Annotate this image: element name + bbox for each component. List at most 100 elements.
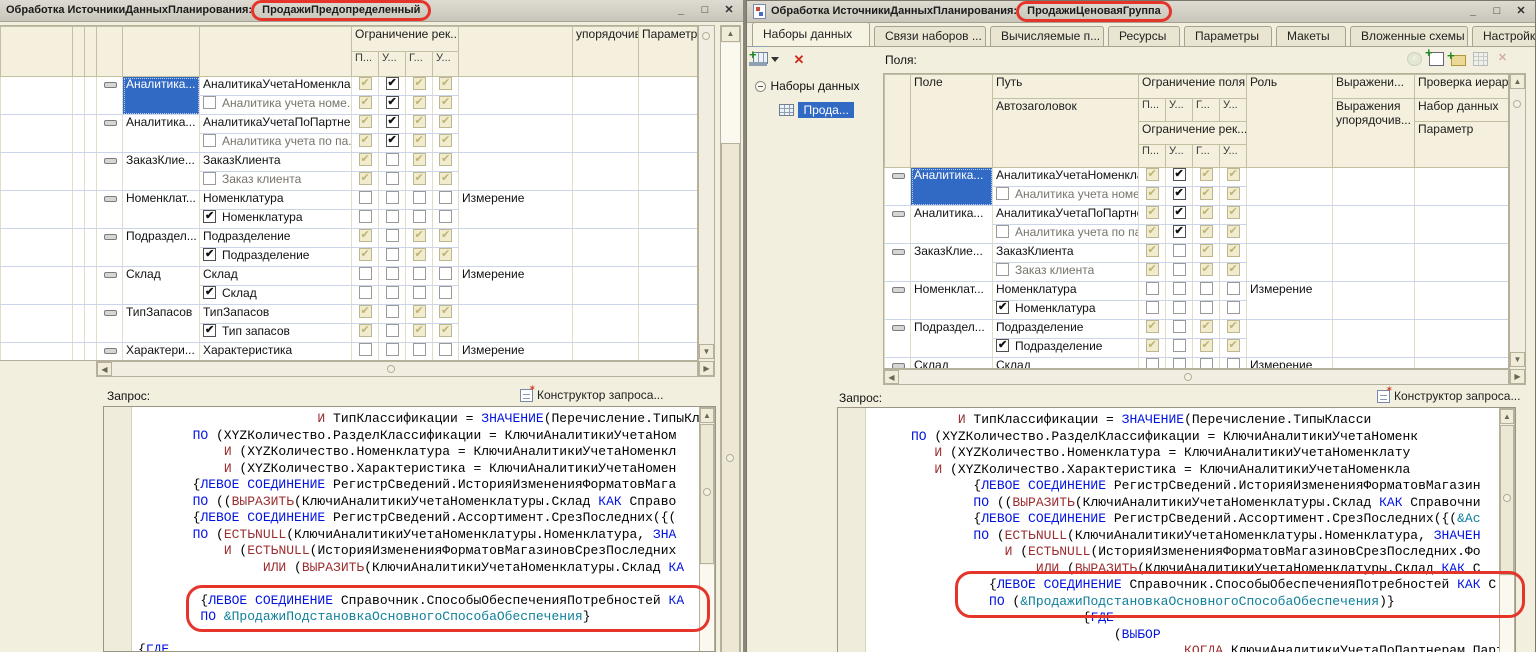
chevron-down-icon[interactable] bbox=[771, 57, 779, 62]
checkbox[interactable] bbox=[1173, 225, 1186, 238]
checkbox[interactable] bbox=[359, 77, 372, 90]
checkbox[interactable] bbox=[359, 96, 372, 109]
role-cell[interactable] bbox=[459, 229, 573, 267]
checkbox[interactable] bbox=[386, 343, 399, 356]
row-grip-icon[interactable] bbox=[104, 310, 117, 316]
delete-field-icon[interactable]: ✕ bbox=[1495, 52, 1510, 66]
fields-table-left[interactable]: Ограничение рек... упорядочив... Парамет… bbox=[0, 25, 698, 361]
restriction-cell[interactable] bbox=[433, 343, 459, 362]
restriction-cell[interactable] bbox=[1220, 206, 1247, 225]
restriction-cell[interactable] bbox=[433, 191, 459, 210]
restriction-cell[interactable] bbox=[1166, 225, 1193, 244]
checkbox[interactable] bbox=[1200, 320, 1213, 333]
restriction-cell[interactable] bbox=[379, 305, 406, 324]
close-button[interactable]: ✕ bbox=[1513, 4, 1529, 19]
role-cell[interactable]: Измерение bbox=[459, 191, 573, 229]
restriction-cell[interactable] bbox=[1193, 168, 1220, 187]
scroll-up-arrow[interactable]: ▲ bbox=[721, 26, 740, 42]
checkbox[interactable] bbox=[386, 96, 399, 109]
checkbox[interactable] bbox=[386, 153, 399, 166]
field-name-cell[interactable]: Аналитика... bbox=[911, 206, 993, 244]
checkbox[interactable] bbox=[1200, 206, 1213, 219]
checkbox[interactable] bbox=[413, 115, 426, 128]
table-row[interactable]: Аналитика...АналитикаУчетаПоПартне... bbox=[1, 115, 698, 134]
restriction-cell[interactable] bbox=[406, 267, 433, 286]
checkbox[interactable] bbox=[1200, 225, 1213, 238]
checkbox[interactable] bbox=[386, 305, 399, 318]
restriction-cell[interactable] bbox=[433, 96, 459, 115]
restriction-cell[interactable] bbox=[433, 267, 459, 286]
restriction-cell[interactable] bbox=[406, 115, 433, 134]
checkbox[interactable] bbox=[996, 187, 1009, 200]
scroll-thumb[interactable] bbox=[721, 143, 740, 652]
restriction-cell[interactable] bbox=[1166, 282, 1193, 301]
restriction-cell[interactable] bbox=[1193, 263, 1220, 282]
restriction-cell[interactable] bbox=[1220, 225, 1247, 244]
checkbox[interactable] bbox=[386, 210, 399, 223]
checkbox[interactable] bbox=[359, 134, 372, 147]
subpath-cell[interactable]: Подразделение bbox=[993, 339, 1139, 358]
checkbox[interactable] bbox=[439, 134, 452, 147]
checkbox[interactable] bbox=[1200, 282, 1213, 295]
field-name-cell[interactable]: Склад bbox=[911, 358, 993, 370]
restriction-cell[interactable] bbox=[1139, 301, 1166, 320]
checkbox[interactable] bbox=[386, 229, 399, 242]
collapse-icon[interactable] bbox=[755, 81, 766, 92]
checkbox[interactable] bbox=[359, 210, 372, 223]
path-cell[interactable]: Характеристика bbox=[200, 343, 352, 362]
restriction-cell[interactable] bbox=[1193, 358, 1220, 370]
checkbox[interactable] bbox=[413, 210, 426, 223]
checkbox[interactable] bbox=[359, 324, 372, 337]
role-cell[interactable]: Измерение bbox=[459, 267, 573, 305]
restriction-cell[interactable] bbox=[406, 172, 433, 191]
restriction-cell[interactable] bbox=[406, 286, 433, 305]
restriction-cell[interactable] bbox=[1139, 244, 1166, 263]
row-grip-icon[interactable] bbox=[892, 287, 905, 293]
checkbox[interactable] bbox=[386, 134, 399, 147]
restriction-cell[interactable] bbox=[406, 343, 433, 362]
path-cell[interactable]: ТипЗапасов bbox=[200, 305, 352, 324]
checkbox[interactable] bbox=[1146, 206, 1159, 219]
checkbox[interactable] bbox=[996, 301, 1009, 314]
tree-item-selected[interactable]: Прода... bbox=[798, 102, 853, 118]
table-row[interactable]: Аналитика...АналитикаУчетаНоменкла... bbox=[1, 77, 698, 96]
checkbox[interactable] bbox=[1227, 301, 1240, 314]
restriction-cell[interactable] bbox=[352, 210, 379, 229]
restriction-cell[interactable] bbox=[1193, 187, 1220, 206]
checkbox[interactable] bbox=[1146, 187, 1159, 200]
checkbox[interactable] bbox=[1227, 168, 1240, 181]
checkbox[interactable] bbox=[996, 339, 1009, 352]
restriction-cell[interactable] bbox=[406, 77, 433, 96]
checkbox[interactable] bbox=[1200, 244, 1213, 257]
path-cell[interactable]: АналитикаУчетаНоменкла... bbox=[200, 77, 352, 96]
checkbox[interactable] bbox=[1173, 320, 1186, 333]
checkbox[interactable] bbox=[386, 77, 399, 90]
checkbox[interactable] bbox=[413, 267, 426, 280]
checkbox[interactable] bbox=[413, 343, 426, 356]
restriction-cell[interactable] bbox=[433, 210, 459, 229]
table-row[interactable]: СкладСкладИзмерение bbox=[1, 267, 698, 286]
restriction-cell[interactable] bbox=[379, 248, 406, 267]
role-cell[interactable] bbox=[459, 77, 573, 115]
path-cell[interactable]: Номенклатура bbox=[200, 191, 352, 210]
checkbox[interactable] bbox=[439, 343, 452, 356]
restriction-cell[interactable] bbox=[379, 134, 406, 153]
subpath-cell[interactable]: Номенклатура bbox=[993, 301, 1139, 320]
row-grip-icon[interactable] bbox=[104, 120, 117, 126]
vertical-scrollbar[interactable]: ▼ ▶ bbox=[698, 25, 715, 377]
checkbox[interactable] bbox=[203, 286, 216, 299]
field-name-cell[interactable]: Номенклат... bbox=[911, 282, 993, 320]
restriction-cell[interactable] bbox=[379, 153, 406, 172]
path-cell[interactable]: Номенклатура bbox=[993, 282, 1139, 301]
checkbox[interactable] bbox=[1146, 320, 1159, 333]
path-cell[interactable]: Подразделение bbox=[200, 229, 352, 248]
role-cell[interactable]: Измерение bbox=[459, 343, 573, 362]
scroll-grip[interactable] bbox=[726, 454, 734, 462]
checkbox[interactable] bbox=[1146, 358, 1159, 369]
checkbox[interactable] bbox=[439, 305, 452, 318]
minimize-button[interactable]: _ bbox=[1465, 4, 1481, 19]
table-row[interactable]: Аналитика...АналитикаУчетаНоменкла... bbox=[885, 168, 1510, 187]
restriction-cell[interactable] bbox=[379, 210, 406, 229]
scroll-grip[interactable] bbox=[387, 365, 395, 373]
checkbox[interactable] bbox=[359, 343, 372, 356]
